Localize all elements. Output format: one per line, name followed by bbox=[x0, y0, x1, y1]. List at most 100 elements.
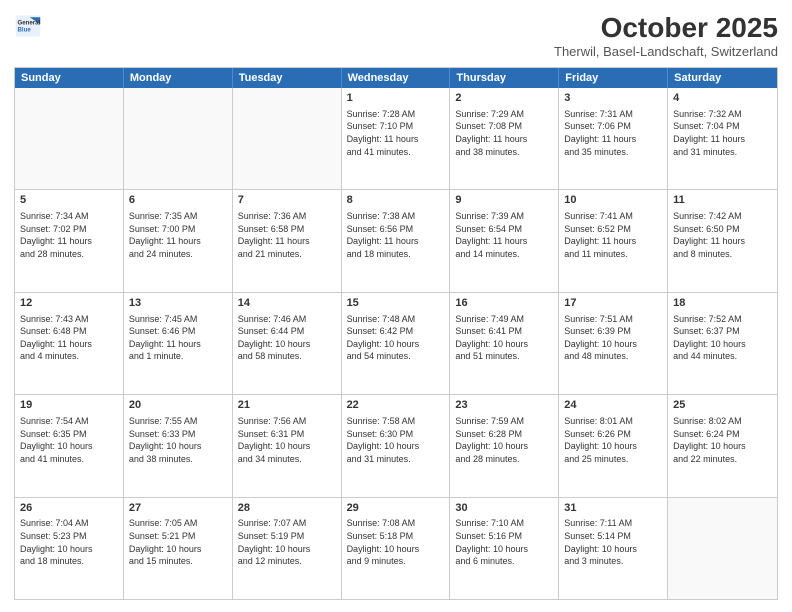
day-cell-29: 29Sunrise: 7:08 AM Sunset: 5:18 PM Dayli… bbox=[342, 498, 451, 599]
day-info: Sunrise: 7:42 AM Sunset: 6:50 PM Dayligh… bbox=[673, 210, 772, 260]
calendar: Sunday Monday Tuesday Wednesday Thursday… bbox=[14, 67, 778, 600]
title-block: October 2025 Therwil, Basel-Landschaft, … bbox=[554, 12, 778, 59]
day-info: Sunrise: 7:52 AM Sunset: 6:37 PM Dayligh… bbox=[673, 313, 772, 363]
page: General Blue October 2025 Therwil, Basel… bbox=[0, 0, 792, 612]
day-cell-16: 16 Sunrise: 7:49 AM Sunset: 6:41 PM Dayli… bbox=[450, 293, 559, 394]
day-number: 16 bbox=[455, 296, 553, 311]
day-number: 29 bbox=[347, 501, 445, 516]
day-info: Sunrise: 7:38 AM Sunset: 6:56 PM Dayligh… bbox=[347, 210, 445, 260]
day-cell-15: 15 Sunrise: 7:48 AM Sunset: 6:42 PM Dayli… bbox=[342, 293, 451, 394]
day-number: 3 bbox=[564, 91, 662, 106]
subtitle: Therwil, Basel-Landschaft, Switzerland bbox=[554, 44, 778, 59]
day-info: Sunrise: 7:05 AM Sunset: 5:21 PM Dayligh… bbox=[129, 517, 227, 567]
day-cell-31: 31Sunrise: 7:11 AM Sunset: 5:14 PM Dayli… bbox=[559, 498, 668, 599]
day-cell-14: 14 Sunrise: 7:46 AM Sunset: 6:44 PM Dayli… bbox=[233, 293, 342, 394]
day-number: 21 bbox=[238, 398, 336, 413]
day-cell-6: 6 Sunrise: 7:35 AM Sunset: 7:00 PM Daylig… bbox=[124, 190, 233, 291]
day-cell-1: 1Sunrise: 7:28 AM Sunset: 7:10 PM Daylig… bbox=[342, 88, 451, 189]
day-info: Sunrise: 7:10 AM Sunset: 5:16 PM Dayligh… bbox=[455, 517, 553, 567]
week-row-2: 5Sunrise: 7:34 AM Sunset: 7:02 PM Daylig… bbox=[15, 189, 777, 291]
svg-text:General: General bbox=[18, 19, 41, 26]
calendar-header: Sunday Monday Tuesday Wednesday Thursday… bbox=[15, 68, 777, 88]
header-sunday: Sunday bbox=[15, 68, 124, 88]
day-cell-19: 19 Sunrise: 7:54 AM Sunset: 6:35 PM Dayli… bbox=[15, 395, 124, 496]
day-number: 9 bbox=[455, 193, 553, 208]
day-cell-25: 25Sunrise: 8:02 AM Sunset: 6:24 PM Dayli… bbox=[668, 395, 777, 496]
day-cell-2: 2 Sunrise: 7:29 AM Sunset: 7:08 PM Daylig… bbox=[450, 88, 559, 189]
day-cell-28: 28Sunrise: 7:07 AM Sunset: 5:19 PM Dayli… bbox=[233, 498, 342, 599]
day-number: 8 bbox=[347, 193, 445, 208]
day-cell-17: 17 Sunrise: 7:51 AM Sunset: 6:39 PM Dayli… bbox=[559, 293, 668, 394]
day-info: Sunrise: 7:36 AM Sunset: 6:58 PM Dayligh… bbox=[238, 210, 336, 260]
day-number: 13 bbox=[129, 296, 227, 311]
day-info: Sunrise: 7:29 AM Sunset: 7:08 PM Dayligh… bbox=[455, 108, 553, 158]
day-number: 5 bbox=[20, 193, 118, 208]
day-cell-3: 3 Sunrise: 7:31 AM Sunset: 7:06 PM Daylig… bbox=[559, 88, 668, 189]
day-cell-22: 22 Sunrise: 7:58 AM Sunset: 6:30 PM Dayli… bbox=[342, 395, 451, 496]
day-cell-26: 26Sunrise: 7:04 AM Sunset: 5:23 PM Dayli… bbox=[15, 498, 124, 599]
day-cell-21: 21 Sunrise: 7:56 AM Sunset: 6:31 PM Dayli… bbox=[233, 395, 342, 496]
day-info: Sunrise: 7:56 AM Sunset: 6:31 PM Dayligh… bbox=[238, 415, 336, 465]
day-number: 20 bbox=[129, 398, 227, 413]
week-row-5: 26Sunrise: 7:04 AM Sunset: 5:23 PM Dayli… bbox=[15, 497, 777, 599]
day-cell-11: 11Sunrise: 7:42 AM Sunset: 6:50 PM Dayli… bbox=[668, 190, 777, 291]
day-info: Sunrise: 7:46 AM Sunset: 6:44 PM Dayligh… bbox=[238, 313, 336, 363]
day-number: 6 bbox=[129, 193, 227, 208]
day-number: 2 bbox=[455, 91, 553, 106]
day-info: Sunrise: 7:54 AM Sunset: 6:35 PM Dayligh… bbox=[20, 415, 118, 465]
day-info: Sunrise: 7:51 AM Sunset: 6:39 PM Dayligh… bbox=[564, 313, 662, 363]
day-cell-8: 8 Sunrise: 7:38 AM Sunset: 6:56 PM Daylig… bbox=[342, 190, 451, 291]
week-row-3: 12Sunrise: 7:43 AM Sunset: 6:48 PM Dayli… bbox=[15, 292, 777, 394]
day-number: 17 bbox=[564, 296, 662, 311]
day-number: 10 bbox=[564, 193, 662, 208]
day-number: 22 bbox=[347, 398, 445, 413]
day-info: Sunrise: 7:31 AM Sunset: 7:06 PM Dayligh… bbox=[564, 108, 662, 158]
day-info: Sunrise: 7:41 AM Sunset: 6:52 PM Dayligh… bbox=[564, 210, 662, 260]
day-info: Sunrise: 7:08 AM Sunset: 5:18 PM Dayligh… bbox=[347, 517, 445, 567]
day-info: Sunrise: 7:39 AM Sunset: 6:54 PM Dayligh… bbox=[455, 210, 553, 260]
day-number: 12 bbox=[20, 296, 118, 311]
day-cell-27: 27Sunrise: 7:05 AM Sunset: 5:21 PM Dayli… bbox=[124, 498, 233, 599]
day-number: 23 bbox=[455, 398, 553, 413]
logo: General Blue bbox=[14, 12, 42, 40]
day-cell-5: 5Sunrise: 7:34 AM Sunset: 7:02 PM Daylig… bbox=[15, 190, 124, 291]
day-info: Sunrise: 7:48 AM Sunset: 6:42 PM Dayligh… bbox=[347, 313, 445, 363]
day-cell-4: 4Sunrise: 7:32 AM Sunset: 7:04 PM Daylig… bbox=[668, 88, 777, 189]
day-number: 26 bbox=[20, 501, 118, 516]
day-info: Sunrise: 7:45 AM Sunset: 6:46 PM Dayligh… bbox=[129, 313, 227, 363]
day-number: 7 bbox=[238, 193, 336, 208]
day-number: 18 bbox=[673, 296, 772, 311]
calendar-body: 1Sunrise: 7:28 AM Sunset: 7:10 PM Daylig… bbox=[15, 88, 777, 599]
day-number: 27 bbox=[129, 501, 227, 516]
day-info: Sunrise: 7:49 AM Sunset: 6:41 PM Dayligh… bbox=[455, 313, 553, 363]
day-info: Sunrise: 7:58 AM Sunset: 6:30 PM Dayligh… bbox=[347, 415, 445, 465]
header-monday: Monday bbox=[124, 68, 233, 88]
day-info: Sunrise: 7:11 AM Sunset: 5:14 PM Dayligh… bbox=[564, 517, 662, 567]
empty-cell-0-1 bbox=[124, 88, 233, 189]
day-number: 15 bbox=[347, 296, 445, 311]
day-number: 25 bbox=[673, 398, 772, 413]
header-friday: Friday bbox=[559, 68, 668, 88]
empty-cell-4-6 bbox=[668, 498, 777, 599]
day-cell-20: 20Sunrise: 7:55 AM Sunset: 6:33 PM Dayli… bbox=[124, 395, 233, 496]
day-info: Sunrise: 7:35 AM Sunset: 7:00 PM Dayligh… bbox=[129, 210, 227, 260]
svg-text:Blue: Blue bbox=[18, 26, 32, 33]
empty-cell-0-2 bbox=[233, 88, 342, 189]
day-number: 14 bbox=[238, 296, 336, 311]
day-info: Sunrise: 7:59 AM Sunset: 6:28 PM Dayligh… bbox=[455, 415, 553, 465]
day-cell-7: 7 Sunrise: 7:36 AM Sunset: 6:58 PM Daylig… bbox=[233, 190, 342, 291]
day-number: 24 bbox=[564, 398, 662, 413]
day-cell-10: 10 Sunrise: 7:41 AM Sunset: 6:52 PM Dayli… bbox=[559, 190, 668, 291]
header-tuesday: Tuesday bbox=[233, 68, 342, 88]
header: General Blue October 2025 Therwil, Basel… bbox=[14, 12, 778, 59]
day-cell-12: 12Sunrise: 7:43 AM Sunset: 6:48 PM Dayli… bbox=[15, 293, 124, 394]
logo-icon: General Blue bbox=[14, 12, 42, 40]
main-title: October 2025 bbox=[554, 12, 778, 44]
day-number: 19 bbox=[20, 398, 118, 413]
day-cell-13: 13 Sunrise: 7:45 AM Sunset: 6:46 PM Dayli… bbox=[124, 293, 233, 394]
day-info: Sunrise: 7:28 AM Sunset: 7:10 PM Dayligh… bbox=[347, 108, 445, 158]
day-cell-23: 23 Sunrise: 7:59 AM Sunset: 6:28 PM Dayli… bbox=[450, 395, 559, 496]
week-row-1: 1Sunrise: 7:28 AM Sunset: 7:10 PM Daylig… bbox=[15, 88, 777, 189]
week-row-4: 19 Sunrise: 7:54 AM Sunset: 6:35 PM Dayli… bbox=[15, 394, 777, 496]
empty-cell-0-0 bbox=[15, 88, 124, 189]
